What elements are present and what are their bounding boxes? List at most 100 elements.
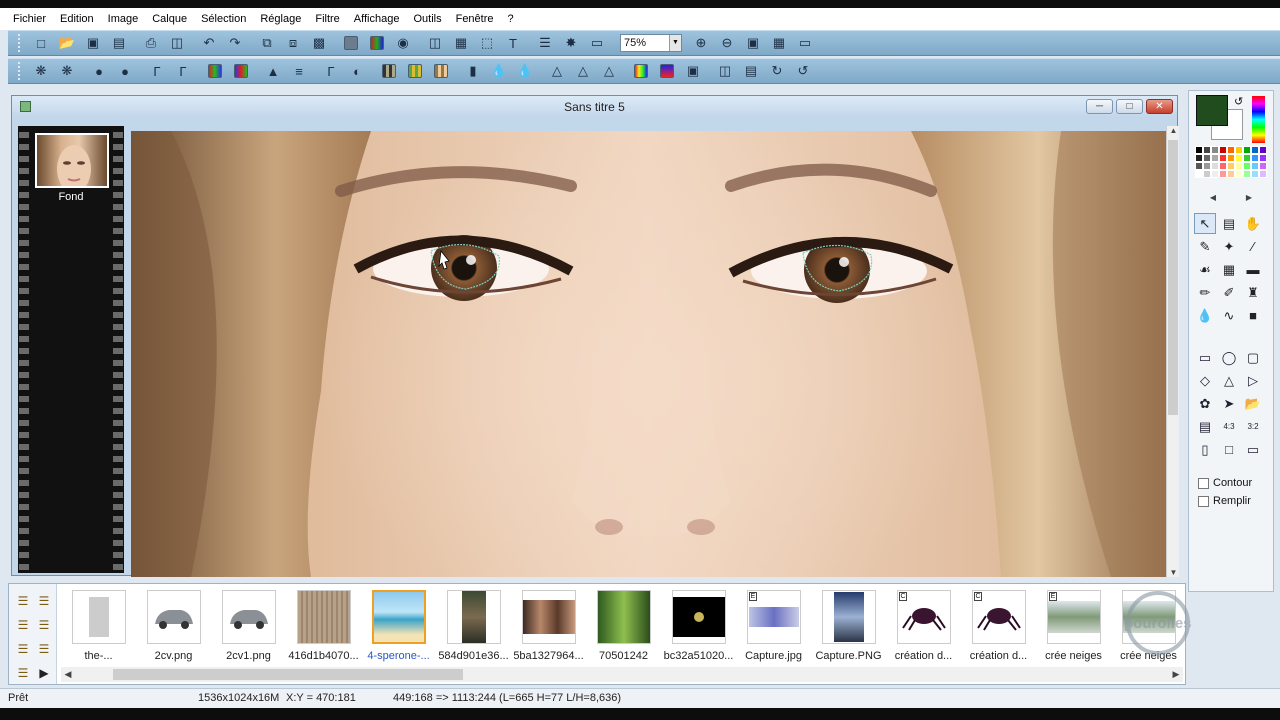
scroll-thumb[interactable] (113, 669, 463, 680)
chevron-down-icon[interactable]: ▼ (669, 35, 681, 51)
gamma-up-icon[interactable]: Γ (170, 60, 196, 82)
text-box-icon[interactable]: ▤ (1194, 416, 1216, 437)
palette-swatch[interactable] (1219, 146, 1227, 154)
magic-wand-tool-icon[interactable]: ✦ (1218, 236, 1240, 257)
browser-item[interactable]: bc32a51020... (661, 588, 736, 664)
image-document-icon[interactable] (20, 101, 31, 112)
zoom-in-icon[interactable]: ⊕ (688, 32, 714, 54)
palette-swatch[interactable] (1219, 170, 1227, 178)
mosaic-icon[interactable] (402, 60, 428, 82)
browser-item[interactable]: E Capture.jpg (736, 588, 811, 664)
browser-item[interactable]: 2cv1.png (211, 588, 286, 664)
menu-reglage[interactable]: Réglage (253, 8, 308, 30)
palette-swatch[interactable] (1211, 146, 1219, 154)
lasso-tool-icon[interactable]: ✿ (1194, 393, 1216, 414)
marquee-tool-icon[interactable]: ▤ (1218, 213, 1240, 234)
folder-add-icon[interactable]: ☰ (13, 642, 33, 660)
window-icon[interactable]: ▭ (584, 32, 610, 54)
browser-item[interactable]: 416d1b4070... (286, 588, 361, 664)
palette-swatch[interactable] (1243, 162, 1251, 170)
brightness-up-icon[interactable]: ❋ (54, 60, 80, 82)
screen-capture-icon[interactable]: ▭ (1242, 439, 1264, 460)
layer-thumbnail[interactable] (35, 133, 109, 188)
zoom-select[interactable]: 75% ▼ (620, 34, 682, 52)
folder-list-icon[interactable]: ☰ (13, 666, 33, 684)
palette-swatch[interactable] (1195, 154, 1203, 162)
close-icon[interactable]: ✕ (1146, 99, 1173, 114)
emboss-icon[interactable]: △ (544, 60, 570, 82)
hand-tool-icon[interactable]: ✋ (1242, 213, 1264, 234)
horizontal-scrollbar[interactable]: ◀ ▶ (61, 667, 1183, 682)
menu-help[interactable]: ? (501, 8, 521, 30)
save-icon[interactable]: ▣ (80, 32, 106, 54)
clone-photo-tool-icon[interactable]: ■ (1242, 305, 1264, 326)
zoom-out-icon[interactable]: ⊖ (714, 32, 740, 54)
ratio-43-icon[interactable]: 4:3 (1218, 416, 1240, 437)
redo-icon[interactable]: ↷ (222, 32, 248, 54)
palette-swatch[interactable] (1195, 146, 1203, 154)
folder-remove-icon[interactable]: ☰ (34, 642, 54, 660)
rotate-free-icon[interactable]: ↺ (790, 60, 816, 82)
palette-prev-icon[interactable]: ◀ (1210, 193, 1216, 203)
camera-icon[interactable]: ◉ (390, 32, 416, 54)
browser-item[interactable]: 584d901e36... (436, 588, 511, 664)
grid-effect-icon[interactable] (428, 60, 454, 82)
auto-levels-icon[interactable]: Γ (318, 60, 344, 82)
triangle-outline-icon[interactable]: △ (596, 60, 622, 82)
document-titlebar[interactable]: Sans titre 5 ─ □ ✕ (12, 96, 1177, 118)
circle-shape-icon[interactable]: ◯ (1218, 347, 1240, 368)
menu-image[interactable]: Image (101, 8, 146, 30)
color-balance-down-icon[interactable] (202, 60, 228, 82)
palette-swatch[interactable] (1227, 170, 1235, 178)
replace-color-icon[interactable] (654, 60, 680, 82)
equalize-icon[interactable]: ≡ (286, 60, 312, 82)
triangle-shape-icon[interactable]: △ (1218, 370, 1240, 391)
folder-up-icon[interactable]: ☰ (13, 618, 33, 636)
palette-swatch[interactable] (1195, 162, 1203, 170)
color-balance-up-icon[interactable] (228, 60, 254, 82)
palette-swatch[interactable] (1203, 170, 1211, 178)
palette-swatch[interactable] (1259, 162, 1267, 170)
flip-icon[interactable]: ▤ (738, 60, 764, 82)
sharpen-drop-icon[interactable]: 💧 (512, 60, 538, 82)
palette-swatch[interactable] (1219, 154, 1227, 162)
sponge-tool-icon[interactable]: ∿ (1218, 305, 1240, 326)
palette-swatch[interactable] (1259, 154, 1267, 162)
palette-next-icon[interactable]: ▶ (1246, 193, 1252, 203)
palette-swatch[interactable] (1251, 162, 1259, 170)
diamond-shape-icon[interactable]: ◇ (1194, 370, 1216, 391)
scroll-thumb[interactable] (1168, 140, 1178, 415)
menu-outils[interactable]: Outils (406, 8, 448, 30)
folder-tree-icon[interactable]: ☰ (13, 594, 33, 612)
palette-swatch[interactable] (1211, 154, 1219, 162)
browser-item[interactable]: Capture.PNG (811, 588, 886, 664)
rounded-rectangle-shape-icon[interactable]: ▢ (1242, 347, 1264, 368)
blur-icon[interactable]: ▮ (460, 60, 486, 82)
rectangle-shape-icon[interactable]: ▭ (1194, 347, 1216, 368)
drop-icon[interactable]: 💧 (486, 60, 512, 82)
palette-swatch[interactable] (1227, 146, 1235, 154)
brightness-down-icon[interactable]: ❋ (28, 60, 54, 82)
palette-swatch[interactable] (1243, 170, 1251, 178)
palette-swatch[interactable] (1211, 162, 1219, 170)
print-icon[interactable]: ⎙ (138, 32, 164, 54)
palette-icon[interactable] (364, 32, 390, 54)
vertical-scrollbar[interactable]: ▲ ▼ (1166, 126, 1179, 577)
stamp-tool-icon[interactable]: ♜ (1242, 282, 1264, 303)
maximize-icon[interactable]: □ (1116, 99, 1143, 114)
layer-icon[interactable] (338, 32, 364, 54)
effects-icon[interactable]: ✸ (558, 32, 584, 54)
menu-affichage[interactable]: Affichage (347, 8, 407, 30)
palette-swatch[interactable] (1211, 170, 1219, 178)
browser-item[interactable]: 4-sperone-... (361, 588, 436, 664)
paste-new-icon[interactable]: ▩ (306, 32, 332, 54)
rotate-icon[interactable]: ↻ (764, 60, 790, 82)
menu-fenetre[interactable]: Fenêtre (449, 8, 501, 30)
palette-swatch[interactable] (1251, 170, 1259, 178)
scroll-left-icon[interactable]: ◀ (61, 667, 75, 682)
palette-swatch[interactable] (1235, 170, 1243, 178)
pointer-tool-icon[interactable]: ↖ (1194, 213, 1216, 234)
browser-item[interactable]: the-... (61, 588, 136, 664)
pixelate-icon[interactable] (376, 60, 402, 82)
play-icon[interactable]: ▶ (34, 666, 54, 684)
